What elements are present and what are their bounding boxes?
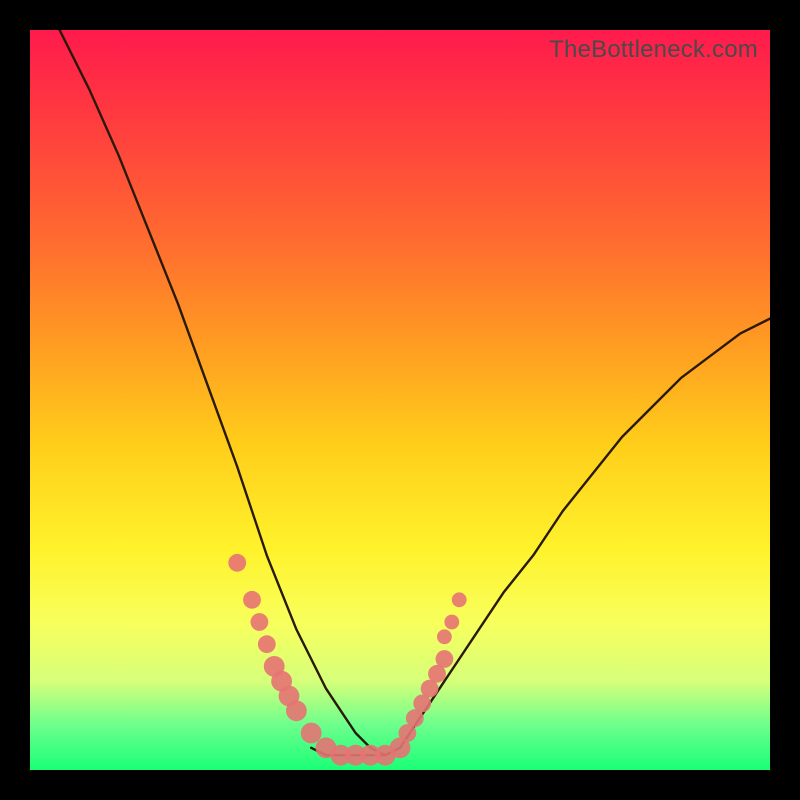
series-right-curve	[400, 319, 770, 748]
marker-dot	[452, 592, 467, 607]
marker-dot	[258, 635, 276, 653]
marker-dot	[436, 650, 454, 668]
marker-dot	[437, 629, 452, 644]
marker-dot	[228, 554, 246, 572]
marker-dot	[286, 700, 307, 721]
chart-frame: TheBottleneck.com	[30, 30, 770, 770]
marker-dot	[243, 591, 261, 609]
curve-group	[60, 30, 770, 755]
series-left-curve	[60, 30, 386, 755]
marker-dot	[251, 613, 269, 631]
marker-group	[228, 554, 466, 766]
marker-dot	[444, 615, 459, 630]
marker-dot	[301, 723, 322, 744]
chart-svg	[30, 30, 770, 770]
